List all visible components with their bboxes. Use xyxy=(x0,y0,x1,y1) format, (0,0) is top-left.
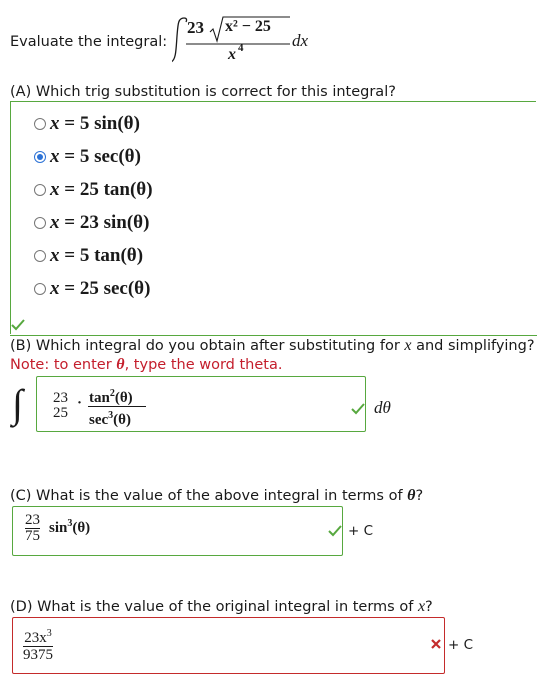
option-d-radio[interactable]: x = 23 sin(θ) xyxy=(34,211,149,235)
integrand-denominator-power: 4 xyxy=(238,42,244,54)
part-b-differential: dθ xyxy=(374,398,391,417)
radio-button[interactable] xyxy=(34,250,46,262)
option-label: 5 sin(θ) xyxy=(79,113,140,134)
radio-button[interactable] xyxy=(34,283,46,295)
option-a-radio[interactable]: x = 5 sin(θ) xyxy=(34,112,140,136)
radio-button[interactable] xyxy=(34,184,46,196)
integrand-coefficient: 23 xyxy=(187,18,204,37)
check-icon xyxy=(11,319,25,331)
option-b-radio[interactable]: x = 5 sec(θ) xyxy=(34,145,141,169)
part-a-question: (A) Which trig substitution is correct f… xyxy=(10,84,396,100)
problem-prompt: Evaluate the integral: xyxy=(10,34,168,50)
radio-button[interactable] xyxy=(34,118,46,130)
problem-integral: 23 x² − 25 x 4 dx xyxy=(172,14,332,66)
integrand-radicand: x² − 25 xyxy=(225,18,271,35)
option-c-radio[interactable]: x = 25 tan(θ) xyxy=(34,178,153,202)
option-label: 5 sec(θ) xyxy=(79,146,141,167)
radio-button[interactable] xyxy=(34,217,46,229)
integral-sign: ∫ xyxy=(12,381,23,426)
fraction-bar xyxy=(88,406,146,407)
option-label: 23 sin(θ) xyxy=(79,212,150,233)
radio-button-selected[interactable] xyxy=(34,151,46,163)
integrand-denominator: x xyxy=(228,46,236,63)
check-icon xyxy=(328,525,342,537)
integrand-differential: dx xyxy=(292,31,309,50)
option-e-radio[interactable]: x = 5 tan(θ) xyxy=(34,244,143,268)
plus-c-label: + C xyxy=(348,523,374,539)
part-c-question: (C) What is the value of the above integ… xyxy=(10,487,424,504)
plus-c-label: + C xyxy=(448,637,474,653)
part-c-answer-field[interactable]: 23 75 sin3(θ) xyxy=(12,506,343,556)
option-f-radio[interactable]: x = 25 sec(θ) xyxy=(34,277,150,301)
part-d-answer-field[interactable]: 23x3 9375 xyxy=(12,617,445,674)
cross-icon xyxy=(431,639,441,649)
check-icon xyxy=(351,403,365,415)
part-b-question: (B) Which integral do you obtain after s… xyxy=(10,337,535,354)
option-label: 25 sec(θ) xyxy=(79,278,151,299)
part-b-note: Note: to enter θ, type the word theta. xyxy=(10,356,283,373)
divider xyxy=(10,335,537,336)
option-label: 5 tan(θ) xyxy=(79,245,144,266)
option-label: 25 tan(θ) xyxy=(79,179,153,200)
part-b-answer-expression: 23 25 · tan2(θ) sec3(θ) xyxy=(43,385,363,428)
part-d-question: (D) What is the value of the original in… xyxy=(10,598,433,615)
